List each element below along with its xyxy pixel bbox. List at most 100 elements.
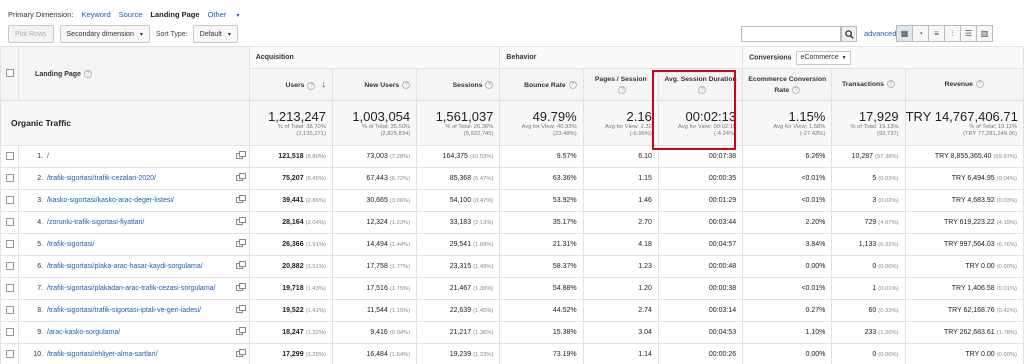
row-checkbox[interactable] [5,261,14,270]
table-row: 10./trafik-sigortasi/ehliyet-alma-sartla… [0,343,1024,364]
header-sessions[interactable]: Sessions? [416,68,501,101]
term-cloud-view-icon[interactable]: ☰ [960,25,977,42]
row-checkbox[interactable] [5,305,14,314]
table-search-input[interactable] [741,26,841,42]
revenue-cell: TRY 6,494.95 (0.04%) [904,167,1024,190]
row-checkbox[interactable] [5,217,14,226]
search-button[interactable] [841,26,857,42]
row-checkbox-cell[interactable] [0,255,20,278]
header-bounce-rate[interactable]: Bounce Rate? [499,68,584,101]
avg-duration-cell: 00:00:35 [657,167,744,190]
conversions-goal-select[interactable]: eCommerce ▾ [795,50,851,65]
row-checkbox-cell[interactable] [0,211,20,234]
row-checkbox-cell[interactable] [0,167,20,190]
row-checkbox-cell[interactable] [0,233,20,256]
header-ecommerce-conversion-rate[interactable]: Ecommerce Conversion Rate? [742,68,833,101]
landing-page-link[interactable]: /trafik-sigortasi/ehliyet-alma-sartlari/ [47,351,157,358]
row-checkbox[interactable] [5,173,14,182]
landing-page-report-table: Landing Page? Acquisition Behavior Conve… [0,46,1024,364]
pie-view-icon[interactable]: ◔ [912,25,929,42]
total-ecommerce-conversion-rate: 1.15% Avg for View: 1.58% (-27.43%) [742,100,833,146]
primary-dimension-label: Primary Dimension: [8,9,74,19]
landing-page-link[interactable]: /arac-kasko-sorgulama/ [47,329,120,336]
external-link-icon[interactable] [235,217,246,225]
row-checkbox[interactable] [5,239,14,248]
select-all-cell[interactable] [0,46,20,101]
help-icon: ? [975,80,984,89]
external-link-icon[interactable] [235,327,246,335]
row-index: 2. [37,175,44,182]
header-users[interactable]: Users? ↓ [248,68,333,101]
landing-page-link[interactable]: /trafik-sigortasi/trafik-sigortasi-iptal… [47,307,201,314]
table-view-icon[interactable]: ▦ [896,25,913,42]
header-new-users[interactable]: New Users? [331,68,418,101]
header-avg-session-duration[interactable]: Avg. Session Duration? [657,68,744,101]
users-cell: 26,366 (1.91%) [248,233,333,256]
landing-page-link[interactable]: /zorunlu-trafik-sigortasi-fiyatlari/ [47,219,144,226]
landing-page-link[interactable]: /trafik-sigortasi/plakadan-arac-trafik-c… [47,285,227,293]
external-link-icon[interactable] [235,305,246,313]
chevron-down-icon: ▾ [139,31,143,38]
comparison-view-icon[interactable]: ⫶ [944,25,961,42]
row-checkbox-cell[interactable] [0,343,20,364]
header-revenue[interactable]: Revenue? [904,68,1024,101]
header-pages-session[interactable]: Pages / Session? [582,68,659,101]
ecom-rate-cell: <0.01% [742,167,833,190]
new-users-cell: 14,494 (1.44%) [331,233,418,256]
sessions-cell: 19,239 (1.23%) [416,343,501,364]
landing-page-link[interactable]: /kasko-sigortasi/kasko-arac-deger-listes… [47,197,174,204]
external-link-icon[interactable] [235,173,246,181]
landing-page-link[interactable]: /trafik-sigortasi/plaka-arac-hasar-kaydi… [47,263,203,270]
row-checkbox-cell[interactable] [0,277,20,300]
header-transactions[interactable]: Transactions? [831,68,906,101]
sort-type-select[interactable]: Default ▾ [192,25,238,43]
help-icon: ? [307,81,316,90]
row-index: 6. [37,263,44,270]
total-bounce-rate: 49.79% Avg for View: 40.33% (23.48%) [499,100,584,146]
external-link-icon[interactable] [235,261,246,269]
advanced-filter-link[interactable]: advanced [864,29,897,38]
plot-rows-button[interactable]: Plot Rows [8,25,54,43]
search-icon [844,29,854,39]
landing-page-link[interactable]: /trafik-sigortasi/trafik-cezalari-2020/ [47,175,156,182]
dimension-other[interactable]: Other ▾ [208,10,248,19]
avg-duration-cell: 00:00:26 [657,343,744,364]
secondary-dimension-select[interactable]: Secondary dimension ▾ [59,25,150,43]
dimension-landing-page[interactable]: Landing Page [150,10,199,19]
row-checkbox-cell[interactable] [0,299,20,322]
help-icon: ? [402,80,411,89]
row-index: 10. [33,351,44,358]
row-checkbox[interactable] [5,283,14,292]
users-cell: 18,247 (1.32%) [248,321,333,344]
transactions-cell: 0 (0.00%) [831,255,906,278]
row-checkbox[interactable] [5,349,14,358]
row-checkbox-cell[interactable] [0,189,20,212]
pages-session-cell: 4.18 [582,233,659,256]
revenue-cell: TRY 62,168.76 (0.42%) [904,299,1024,322]
ecom-rate-cell: <0.01% [742,189,833,212]
pivot-view-icon[interactable]: ▥ [976,25,993,42]
bar-view-icon[interactable]: ≡ [928,25,945,42]
external-link-icon[interactable] [235,151,246,159]
new-users-cell: 11,544 (1.15%) [331,299,418,322]
dimension-keyword[interactable]: Keyword [81,10,110,19]
ecom-rate-cell: 0.27% [742,299,833,322]
dimension-source[interactable]: Source [119,10,143,19]
row-checkbox-cell[interactable] [0,145,20,168]
external-link-icon[interactable] [235,283,246,291]
header-landing-page[interactable]: Landing Page? [18,46,250,101]
external-link-icon[interactable] [235,195,246,203]
external-link-icon[interactable] [235,239,246,247]
landing-page-link[interactable]: / [47,153,49,160]
pages-session-cell: 1.20 [582,277,659,300]
transactions-cell: 0 (0.00%) [831,343,906,364]
select-all-checkbox[interactable] [5,68,14,77]
row-checkbox[interactable] [5,195,14,204]
external-link-icon[interactable] [235,349,246,357]
row-checkbox-cell[interactable] [0,321,20,344]
pages-session-cell: 2.70 [582,211,659,234]
landing-page-cell: 7./trafik-sigortasi/plakadan-arac-trafik… [18,277,250,300]
landing-page-link[interactable]: /trafik-sigortasi/ [47,241,94,248]
row-checkbox[interactable] [5,151,14,160]
row-checkbox[interactable] [5,327,14,336]
